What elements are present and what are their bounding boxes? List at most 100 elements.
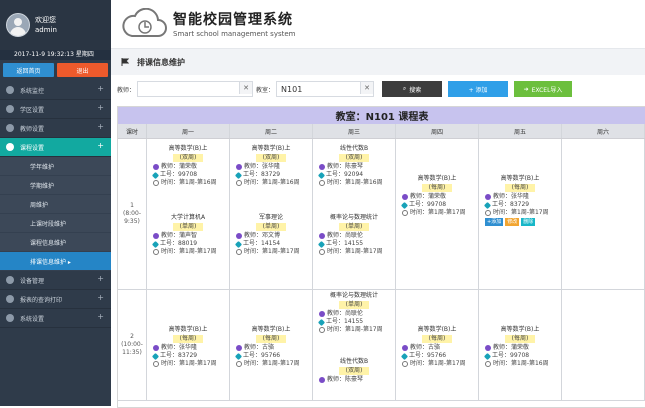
datetime: 2017-11-9 19:32:13 星期四 (0, 50, 111, 60)
course-card[interactable]: 概率论与数理统计 (单周) 教师：尚联伦 工号：14155 时间：第1周-第17… (317, 214, 391, 256)
course-teacher: 教师：蒲荣敬 (410, 193, 447, 200)
course-card[interactable]: 高等数学(B)上 (每周) 教师：蒲荣敬 工号：99708 时间：第1周-第17… (400, 175, 474, 217)
menu-item-report-print[interactable]: 报表的查询打印 + (0, 290, 111, 309)
room-title: 教室：N101 课程表 (118, 107, 645, 124)
course-week-type: (每周) (505, 335, 535, 343)
course-weeks: 时间：第1周-第17周 (410, 360, 466, 367)
submenu-item-schedule-info[interactable]: 排课信息维护 ▸ (0, 252, 111, 271)
menu-item-device-management[interactable]: 设备管理 + (0, 271, 111, 290)
course-id: 工号：92094 (326, 171, 364, 178)
teacher-icon (319, 377, 325, 383)
course-card[interactable]: 大学计算机A (单周) 教师：蒲声智 工号：88019 时间：第1周-第17周 (151, 214, 225, 256)
course-card[interactable]: 高等数学(B)上 (每周) 教师：张华隆 工号：83729 时间：第1周-第17… (483, 175, 557, 226)
submenu-item-semester[interactable]: 学期维护 (0, 176, 111, 195)
avatar[interactable] (6, 13, 30, 37)
submenu-item-academic-year[interactable]: 学年维护 (0, 157, 111, 176)
add-button[interactable]: + 添加 (448, 81, 509, 97)
id-tag-icon (317, 240, 326, 248)
clock-icon (485, 210, 491, 216)
course-teacher: 教师：古骆 (244, 344, 275, 351)
course-id: 工号：83729 (243, 171, 281, 178)
menu-item-teacher-settings[interactable]: 教师设置 + (0, 119, 111, 138)
delete-course-button[interactable]: 删除 (521, 218, 536, 226)
search-button[interactable]: ⌕ 搜索 (382, 81, 443, 97)
course-weeks: 时间：第1周-第17周 (244, 360, 300, 367)
course-submenu: 学年维护 学期维护 周维护 上课时段维护 课程信息维护 排课信息维护 ▸ (0, 157, 111, 271)
course-card[interactable]: 军事理论 (单周) 教师：邓文博 工号：14154 时间：第1周-第17周 (234, 214, 308, 256)
sidebar-actions: 返回首页 退出 (0, 60, 111, 81)
menu-label: 教师设置 (20, 125, 45, 133)
menu-item-system-monitor[interactable]: 系统监控 + (0, 81, 111, 100)
course-teacher: 教师：蒲荣敬 (493, 344, 530, 351)
clock-icon (153, 361, 159, 367)
course-card[interactable]: 高等数学(B)上 (双周) 教师：张华隆 工号：83729 时间：第1周-第16… (234, 145, 308, 187)
cloud-logo-icon (120, 7, 170, 42)
course-card[interactable]: 概率论与数理统计 (单周) 教师：尚联伦 工号：14155 时间：第1周-第17… (317, 292, 391, 334)
id-tag-icon (400, 352, 409, 360)
course-name: 概率论与数理统计 (329, 292, 378, 299)
teacher-input[interactable]: ✕ (137, 81, 254, 97)
flag-icon (121, 58, 129, 66)
menu-item-course-settings[interactable]: 课程设置 + (0, 138, 111, 157)
course-card[interactable]: 高等数学(B)上 (每周) 教师：张华隆 工号：83729 时间：第1周-第17… (151, 326, 225, 368)
course-name: 概率论与数理统计 (329, 214, 378, 221)
teacher-icon (319, 164, 325, 170)
app-subtitle: Smart school management system (173, 30, 296, 38)
clock-icon (319, 249, 325, 255)
settings-icon (6, 314, 14, 322)
course-teacher: 教师：邓文博 (244, 232, 281, 239)
header-period: 课时 (118, 124, 147, 138)
course-week-type: (双周) (339, 154, 369, 162)
header-saturday: 周六 (562, 124, 645, 138)
excel-import-button[interactable]: ➜ EXCEL导入 (514, 81, 573, 97)
course-id: 工号：99708 (409, 201, 447, 208)
home-button[interactable]: 返回首页 (3, 63, 54, 77)
clock-icon (402, 210, 408, 216)
course-card[interactable]: 线性代数B (双周) 教师：陈豪琴 工号：92094 时间：第1周-第16周 (317, 145, 391, 187)
teacher-icon (319, 311, 325, 317)
teacher-icon (485, 345, 491, 351)
course-id: 工号：14155 (326, 318, 364, 325)
course-id: 工号：83729 (492, 201, 530, 208)
excel-import-label: EXCEL导入 (531, 86, 563, 94)
add-course-button[interactable]: +添加 (485, 218, 504, 226)
course-card[interactable]: 高等数学(B)上 (双周) 教师：蒲荣敬 工号：99708 时间：第1周-第16… (151, 145, 225, 187)
clock-icon (236, 180, 242, 186)
course-weeks: 时间：第1周-第17周 (161, 360, 217, 367)
menu-label: 学区设置 (20, 106, 45, 114)
course-weeks: 时间：第1周-第17周 (327, 326, 383, 333)
submenu-item-course-info[interactable]: 课程信息维护 (0, 233, 111, 252)
submenu-item-class-period[interactable]: 上课时段维护 (0, 214, 111, 233)
welcome-text: 欢迎您 (35, 16, 56, 24)
course-name: 高等数学(B)上 (251, 326, 291, 333)
logout-button[interactable]: 退出 (57, 63, 108, 77)
course-card[interactable]: 高等数学(B)上 (每周) 教师：古骆 工号：95766 时间：第1周-第17周 (400, 326, 474, 368)
teacher-icon (236, 164, 242, 170)
clear-icon[interactable]: ✕ (239, 82, 253, 94)
course-week-type: (每周) (173, 335, 203, 343)
clock-icon (402, 361, 408, 367)
teacher-icon (153, 345, 159, 351)
submenu-item-week[interactable]: 周维护 (0, 195, 111, 214)
id-tag-icon (151, 171, 160, 179)
room-input-value: N101 (281, 84, 303, 94)
course-name: 大学计算机A (170, 214, 206, 221)
menu-item-system-settings[interactable]: 系统设置 + (0, 309, 111, 328)
course-card[interactable]: 线性代数B (双周) 教师：陈豪琴 (317, 358, 391, 384)
teacher-icon (402, 194, 408, 200)
course-name: 高等数学(B)上 (500, 175, 540, 182)
teacher-icon (236, 233, 242, 239)
id-tag-icon (234, 352, 243, 360)
room-input[interactable]: N101 ✕ (276, 81, 375, 97)
menu-item-district-settings[interactable]: 学区设置 + (0, 100, 111, 119)
app-title: 智能校园管理系统 (173, 12, 293, 28)
cell-tue: 高等数学(B)上 (双周) 教师：张华隆 工号：83729 时间：第1周-第16… (230, 139, 313, 289)
cell-wed: 概率论与数理统计 (单周) 教师：尚联伦 工号：14155 时间：第1周-第17… (313, 290, 396, 400)
clear-icon[interactable]: ✕ (360, 82, 374, 94)
table-row: 1 (8:00- 9:35) 高等数学(B)上 (双周) 教师：蒲荣敬 工号：9… (118, 139, 645, 290)
cell-tue: 高等数学(B)上 (每周) 教师：古骆 工号：95766 时间：第1周-第17周 (230, 290, 313, 400)
clock-icon (319, 327, 325, 333)
edit-course-button[interactable]: 修改 (505, 218, 520, 226)
course-card[interactable]: 高等数学(B)上 (每周) 教师：蒲荣敬 工号：99708 时间：第1周-第16… (483, 326, 557, 368)
course-card[interactable]: 高等数学(B)上 (每周) 教师：古骆 工号：95766 时间：第1周-第17周 (234, 326, 308, 368)
